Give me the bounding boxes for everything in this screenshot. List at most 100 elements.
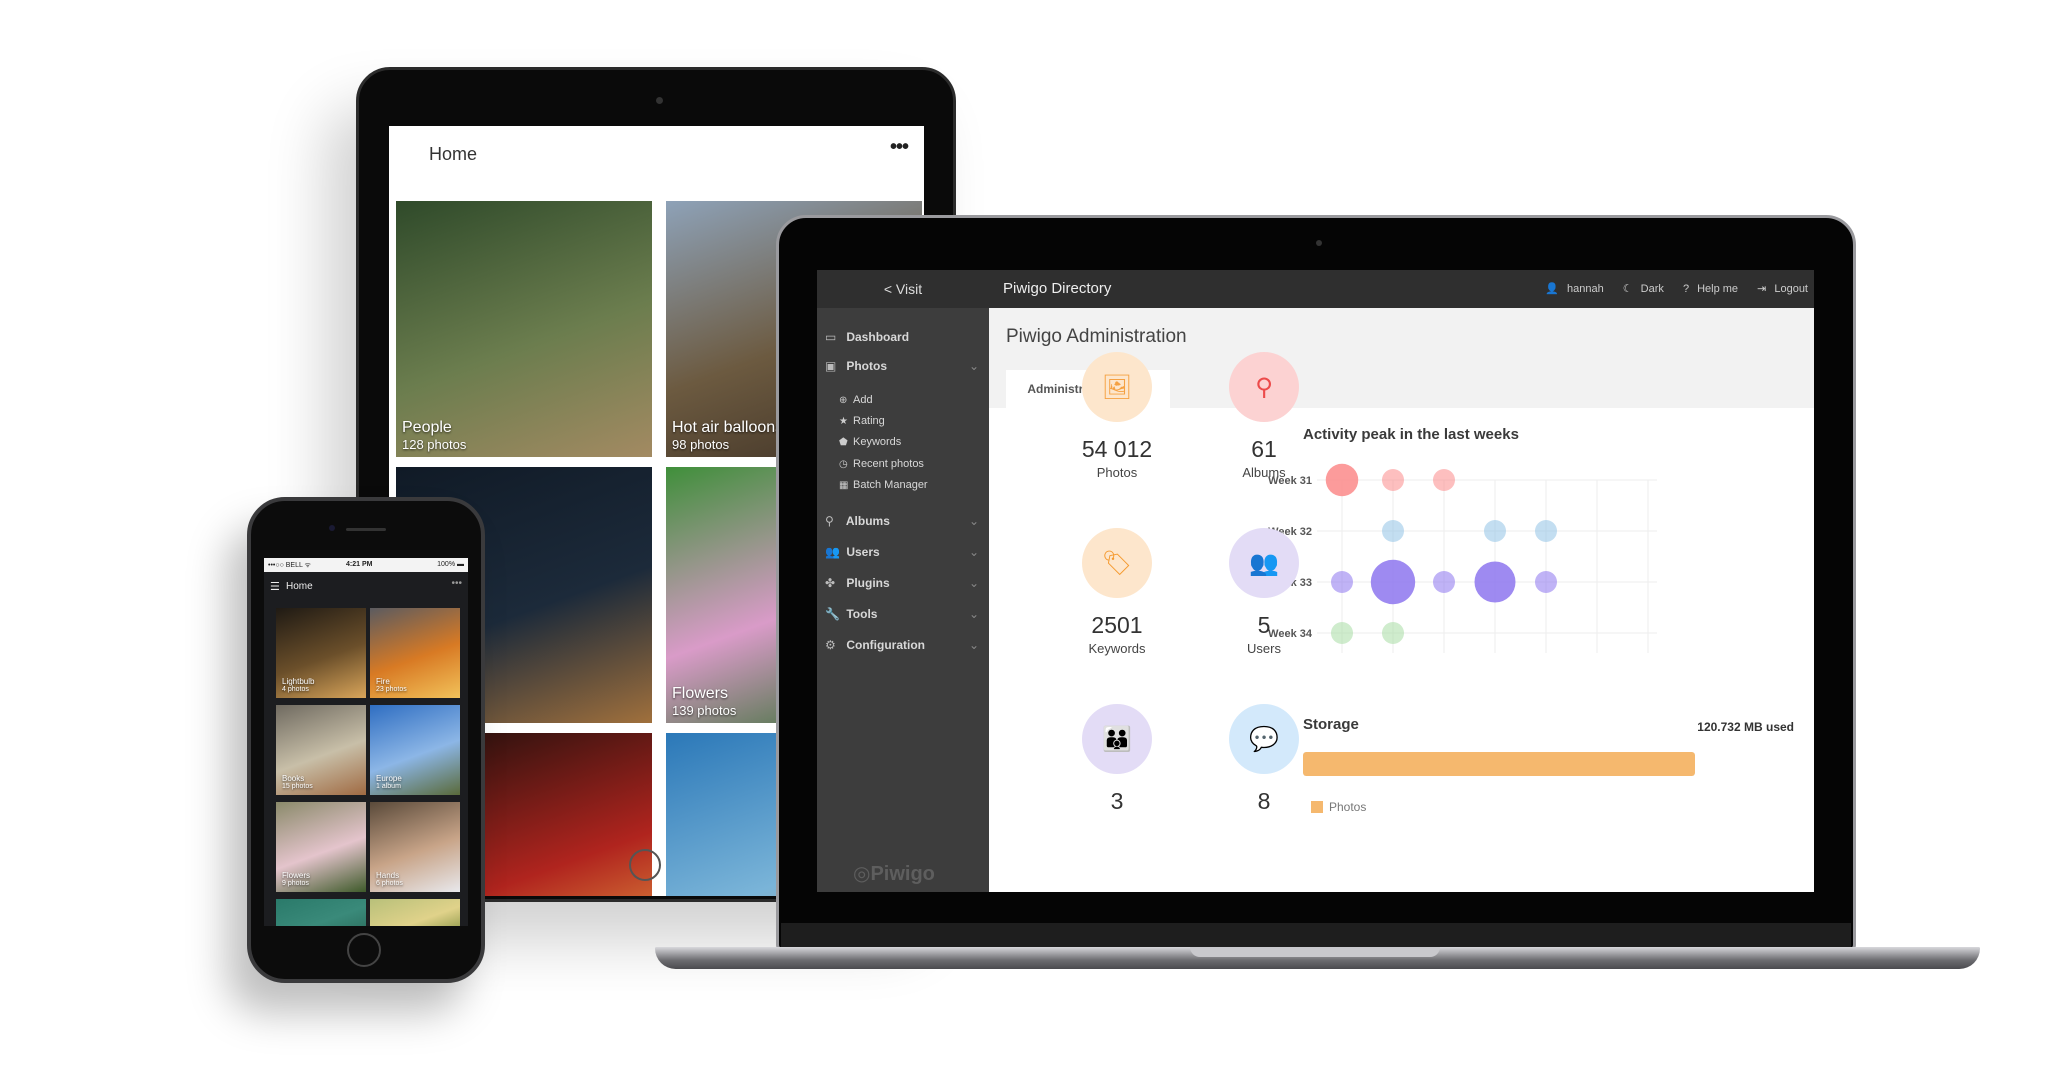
sidebar-subitem-add[interactable]: ⊕ Add xyxy=(839,394,873,406)
users-icon: 👥 xyxy=(1229,528,1299,598)
sidebar-item-plugins[interactable]: ✤ Plugins ⌄ xyxy=(825,576,983,590)
stat-keywords[interactable]: 🏷 2501 Keywords xyxy=(1057,528,1177,656)
top-links: 👤 hannah ☾ Dark ? Help me ⇥ Logout xyxy=(1529,282,1808,295)
album-tile[interactable]: Flowers 9 photos xyxy=(276,802,366,892)
album-tile[interactable]: Fire 23 photos xyxy=(370,608,460,698)
visit-link[interactable]: < Visit xyxy=(817,270,989,308)
logout-icon: ⇥ xyxy=(1757,283,1767,295)
bubble-point xyxy=(1370,559,1416,605)
user-link[interactable]: 👤 hannah xyxy=(1537,283,1603,295)
stat-photos[interactable]: 🖼 54 012 Photos xyxy=(1057,352,1177,480)
more-dots-icon[interactable]: ••• xyxy=(451,578,462,589)
sitemap-icon: ⚲ xyxy=(1229,352,1299,422)
help-label: Help me xyxy=(1697,283,1739,295)
sidebar-item-configuration[interactable]: ⚙ Configuration ⌄ xyxy=(825,638,983,652)
album-caption: Europe 1 album xyxy=(376,774,402,790)
album-tile[interactable] xyxy=(276,899,366,926)
sidebar-subitem-label: Keywords xyxy=(853,436,902,448)
sidebar-item-label: Albums xyxy=(845,514,890,528)
tablet-camera xyxy=(656,97,663,104)
phone-camera xyxy=(329,525,335,531)
album-name: Hot air balloons xyxy=(672,419,784,436)
phone-speaker xyxy=(346,528,386,531)
laptop-camera xyxy=(1316,240,1322,246)
chevron-down-icon[interactable]: ⌄ xyxy=(969,514,979,528)
sitemap-icon: ⚲ xyxy=(825,514,834,528)
sidebar-subitem-keywords[interactable]: ⬟ Keywords xyxy=(839,436,901,448)
dark-mode-link[interactable]: ☾ Dark xyxy=(1615,283,1664,295)
stat-item-4[interactable]: 👪 3 xyxy=(1057,704,1177,817)
album-tile[interactable]: Europe 1 album xyxy=(370,705,460,795)
plus-circle-icon: ⊕ xyxy=(839,395,848,406)
bubble-point xyxy=(1325,463,1359,497)
page-title: Piwigo Administration xyxy=(1006,326,1187,347)
laptop-base xyxy=(655,947,1980,969)
phone-screen: •••○○ BELL ᯤ 4:21 PM 100% ▬ ☰ Home ••• L… xyxy=(264,558,468,926)
more-dots-icon[interactable]: ••• xyxy=(890,136,909,159)
album-name: Lightbulb xyxy=(282,677,315,686)
directory-title[interactable]: Piwigo Directory xyxy=(1003,280,1111,297)
album-name: People xyxy=(402,419,452,436)
help-link[interactable]: ? Help me xyxy=(1675,283,1738,295)
phone-header: ☰ Home ••• xyxy=(264,572,468,602)
chevron-down-icon[interactable]: ⌄ xyxy=(969,359,979,373)
phone-status-bar: •••○○ BELL ᯤ 4:21 PM 100% ▬ xyxy=(264,558,468,572)
sidebar-item-tools[interactable]: 🔧 Tools ⌄ xyxy=(825,607,983,621)
album-count: 6 photos xyxy=(376,880,403,887)
grid-icon: ▦ xyxy=(839,480,849,491)
chevron-down-icon[interactable]: ⌄ xyxy=(969,545,979,559)
stat-value: 8 xyxy=(1257,788,1271,814)
sidebar-item-photos[interactable]: ▣ Photos ⌄ xyxy=(825,359,983,373)
battery-label: 100% ▬ xyxy=(437,561,464,568)
sidebar-subitem-batch-manager[interactable]: ▦ Batch Manager xyxy=(839,479,928,491)
stat-users[interactable]: 👥 5 Users xyxy=(1204,528,1324,656)
phone-device: •••○○ BELL ᯤ 4:21 PM 100% ▬ ☰ Home ••• L… xyxy=(247,497,485,983)
legend-label: Photos xyxy=(1329,800,1367,814)
chevron-down-icon[interactable]: ⌄ xyxy=(969,576,979,590)
album-name: Books xyxy=(282,774,305,783)
logout-link[interactable]: ⇥ Logout xyxy=(1749,283,1808,295)
image-icon: 🖼 xyxy=(1082,352,1152,422)
sidebar-item-albums[interactable]: ⚲ Albums ⌄ xyxy=(825,514,983,528)
stat-value: 3 xyxy=(1110,788,1124,814)
bubble-point xyxy=(1331,571,1353,593)
phone-home-button[interactable] xyxy=(347,933,381,967)
album-caption: Lightbulb 4 photos xyxy=(282,677,314,693)
sidebar-subitem-label: Recent photos xyxy=(853,458,924,470)
user-icon: 👤 xyxy=(1545,283,1560,295)
album-tile[interactable]: Books 15 photos xyxy=(276,705,366,795)
album-caption: People 128 photos xyxy=(402,419,466,452)
hamburger-icon[interactable]: ☰ xyxy=(270,580,280,593)
album-caption: Hands 6 photos xyxy=(376,871,403,887)
album-tile[interactable]: Lightbulb 4 photos xyxy=(276,608,366,698)
chevron-down-icon[interactable]: ⌄ xyxy=(969,607,979,621)
bubble-point xyxy=(1535,520,1557,542)
album-count: 15 photos xyxy=(282,783,313,790)
album-tile[interactable]: People 128 photos xyxy=(396,201,652,457)
chevron-down-icon[interactable]: ⌄ xyxy=(969,638,979,652)
album-count: 98 photos xyxy=(672,437,730,452)
sidebar-item-dashboard[interactable]: ▭ Dashboard xyxy=(825,330,983,344)
stat-item-5[interactable]: 💬 8 xyxy=(1204,704,1324,817)
bubble-point xyxy=(1484,520,1506,542)
sidebar-subitem-rating[interactable]: ★ Rating xyxy=(839,415,885,427)
tablet-home-button[interactable] xyxy=(629,849,661,881)
album-count: 1 album xyxy=(376,783,401,790)
album-tile[interactable] xyxy=(370,899,460,926)
sidebar-item-label: Tools xyxy=(846,607,878,621)
users-icon: 👥 xyxy=(825,545,840,559)
carrier-label: •••○○ BELL ᯤ xyxy=(268,562,311,569)
sidebar-subitem-recent-photos[interactable]: ◷ Recent photos xyxy=(839,458,924,470)
sidebar-item-users[interactable]: 👥 Users ⌄ xyxy=(825,545,983,559)
bubble-point xyxy=(1433,571,1455,593)
stat-albums[interactable]: ⚲ 61 Albums xyxy=(1204,352,1324,480)
dark-mode-label: Dark xyxy=(1640,283,1664,295)
help-icon: ? xyxy=(1682,283,1690,295)
x-tick-label: Sun xyxy=(1638,679,1657,680)
stat-value: 2501 xyxy=(1091,612,1143,638)
album-count: 139 photos xyxy=(672,703,737,718)
album-tile[interactable]: Hands 6 photos xyxy=(370,802,460,892)
bubble-point xyxy=(1331,622,1353,644)
album-count: 9 photos xyxy=(282,880,309,887)
admin-topbar: Piwigo Directory 👤 hannah ☾ Dark ? Help me … xyxy=(989,270,1814,308)
